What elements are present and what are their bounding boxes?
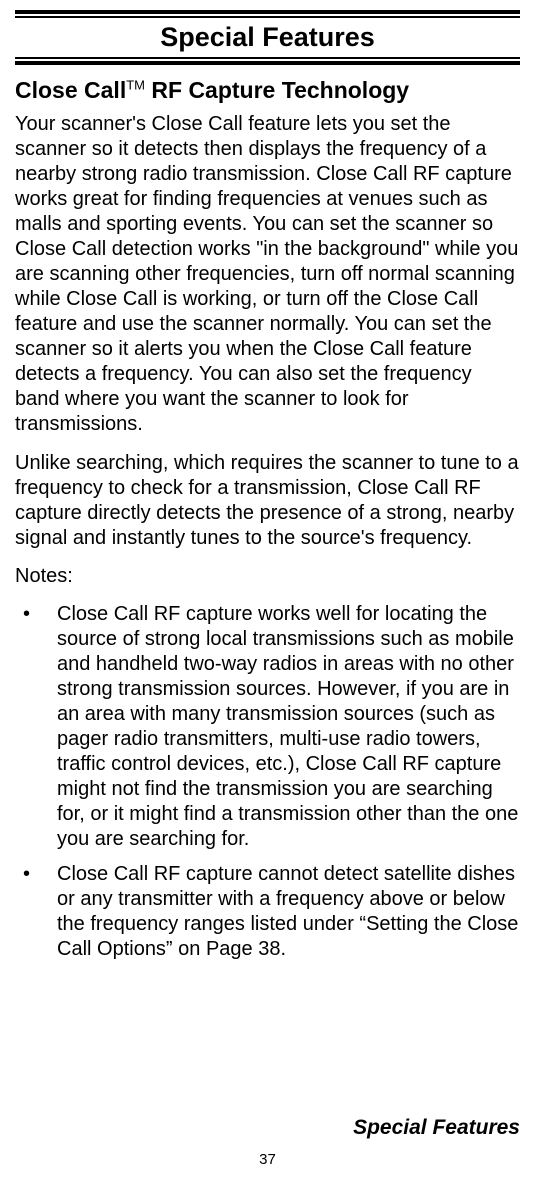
paragraph-2: Unlike searching, which requires the sca… (15, 451, 520, 551)
notes-list: Close Call RF capture works well for loc… (15, 602, 520, 962)
notes-label: Notes: (15, 565, 520, 588)
trademark-symbol: TM (126, 77, 145, 92)
section-title-suffix: RF Capture Technology (145, 77, 409, 103)
page-number: 37 (0, 1151, 535, 1168)
list-item: Close Call RF capture cannot detect sate… (15, 862, 520, 962)
title-rule-bottom (15, 57, 520, 65)
paragraph-1: Your scanner's Close Call feature lets y… (15, 112, 520, 437)
title-rule-top (15, 10, 520, 18)
footer-section-label: Special Features (353, 1116, 520, 1140)
section-title: Close CallTM RF Capture Technology (15, 77, 520, 104)
page-title: Special Features (15, 20, 520, 55)
list-item: Close Call RF capture works well for loc… (15, 602, 520, 852)
section-title-prefix: Close Call (15, 77, 126, 103)
